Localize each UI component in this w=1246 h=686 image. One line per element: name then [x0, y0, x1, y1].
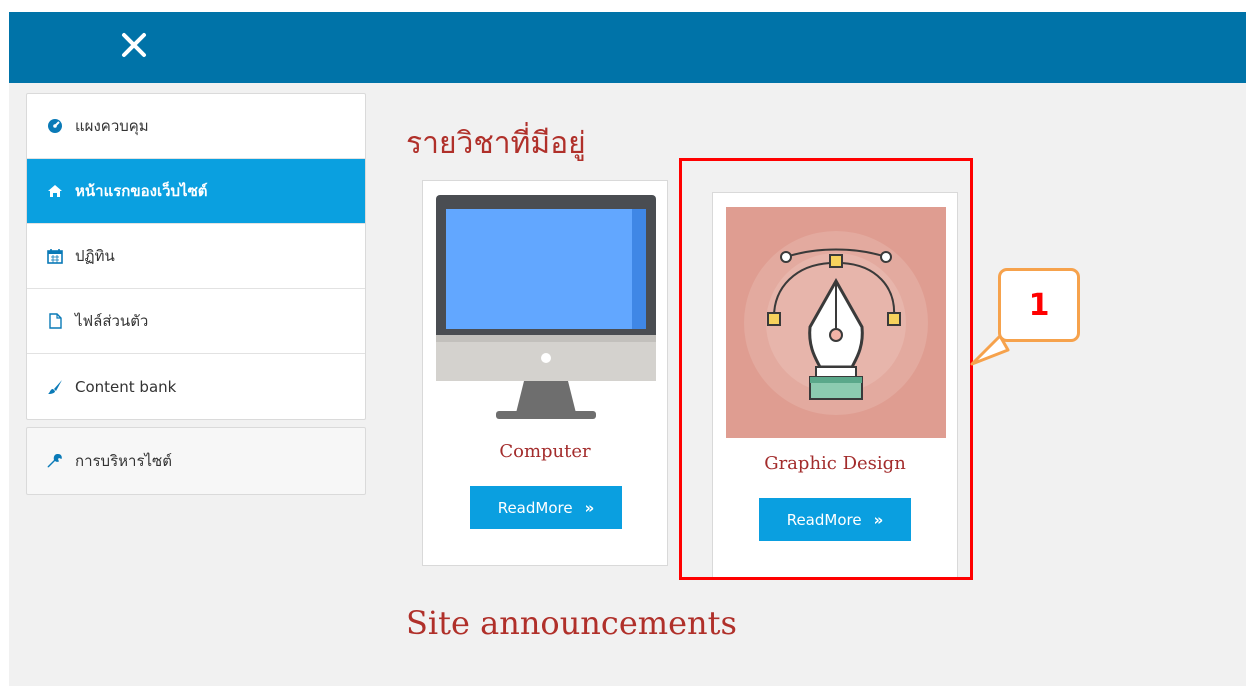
sidebar-item-label: ปฏิทิน	[75, 247, 115, 265]
calendar-icon	[47, 248, 63, 264]
sidebar-item-label: ไฟล์ส่วนตัว	[75, 312, 149, 330]
sidebar-item-label: การบริหารไซต์	[75, 452, 172, 470]
sidebar-nav: แผงควบคุม หน้าแรกของเว็บไซต์ ปฏิทิน ไฟล์…	[26, 93, 366, 420]
dashboard-icon	[47, 118, 63, 134]
monitor-illustration[interactable]	[436, 195, 656, 426]
sidebar-item-content-bank[interactable]: Content bank	[27, 354, 365, 419]
course-name[interactable]: Computer	[423, 441, 667, 462]
sidebar-item-private-files[interactable]: ไฟล์ส่วนตัว	[27, 289, 365, 354]
callout-number: 1	[1028, 287, 1050, 323]
annotation-highlight-box	[679, 158, 973, 580]
home-icon	[47, 183, 63, 199]
sidebar-item-label: Content bank	[75, 377, 177, 396]
sidebar-admin-block: การบริหารไซต์	[26, 427, 366, 495]
sidebar-item-label: แผงควบคุม	[75, 117, 149, 135]
sidebar-item-calendar[interactable]: ปฏิทิน	[27, 224, 365, 289]
sidebar-item-dashboard[interactable]: แผงควบคุม	[27, 94, 365, 159]
double-chevron-right-icon: »	[584, 498, 595, 517]
paintbrush-icon	[47, 379, 63, 395]
wrench-icon	[47, 453, 63, 469]
readmore-button[interactable]: ReadMore »	[470, 486, 622, 529]
annotation-callout: 1	[998, 268, 1080, 342]
close-icon[interactable]	[119, 30, 149, 60]
sidebar-item-site-admin[interactable]: การบริหารไซต์	[27, 428, 365, 494]
file-icon	[47, 313, 63, 329]
announcements-heading: Site announcements	[406, 604, 737, 642]
sidebar: แผงควบคุม หน้าแรกของเว็บไซต์ ปฏิทิน ไฟล์…	[26, 93, 366, 495]
sidebar-item-label: หน้าแรกของเว็บไซต์	[75, 182, 208, 200]
top-navbar	[9, 12, 1246, 83]
sidebar-item-home[interactable]: หน้าแรกของเว็บไซต์	[27, 159, 365, 224]
course-card: Computer ReadMore »	[422, 180, 668, 566]
courses-heading: รายวิชาที่มีอยู่	[406, 126, 586, 161]
